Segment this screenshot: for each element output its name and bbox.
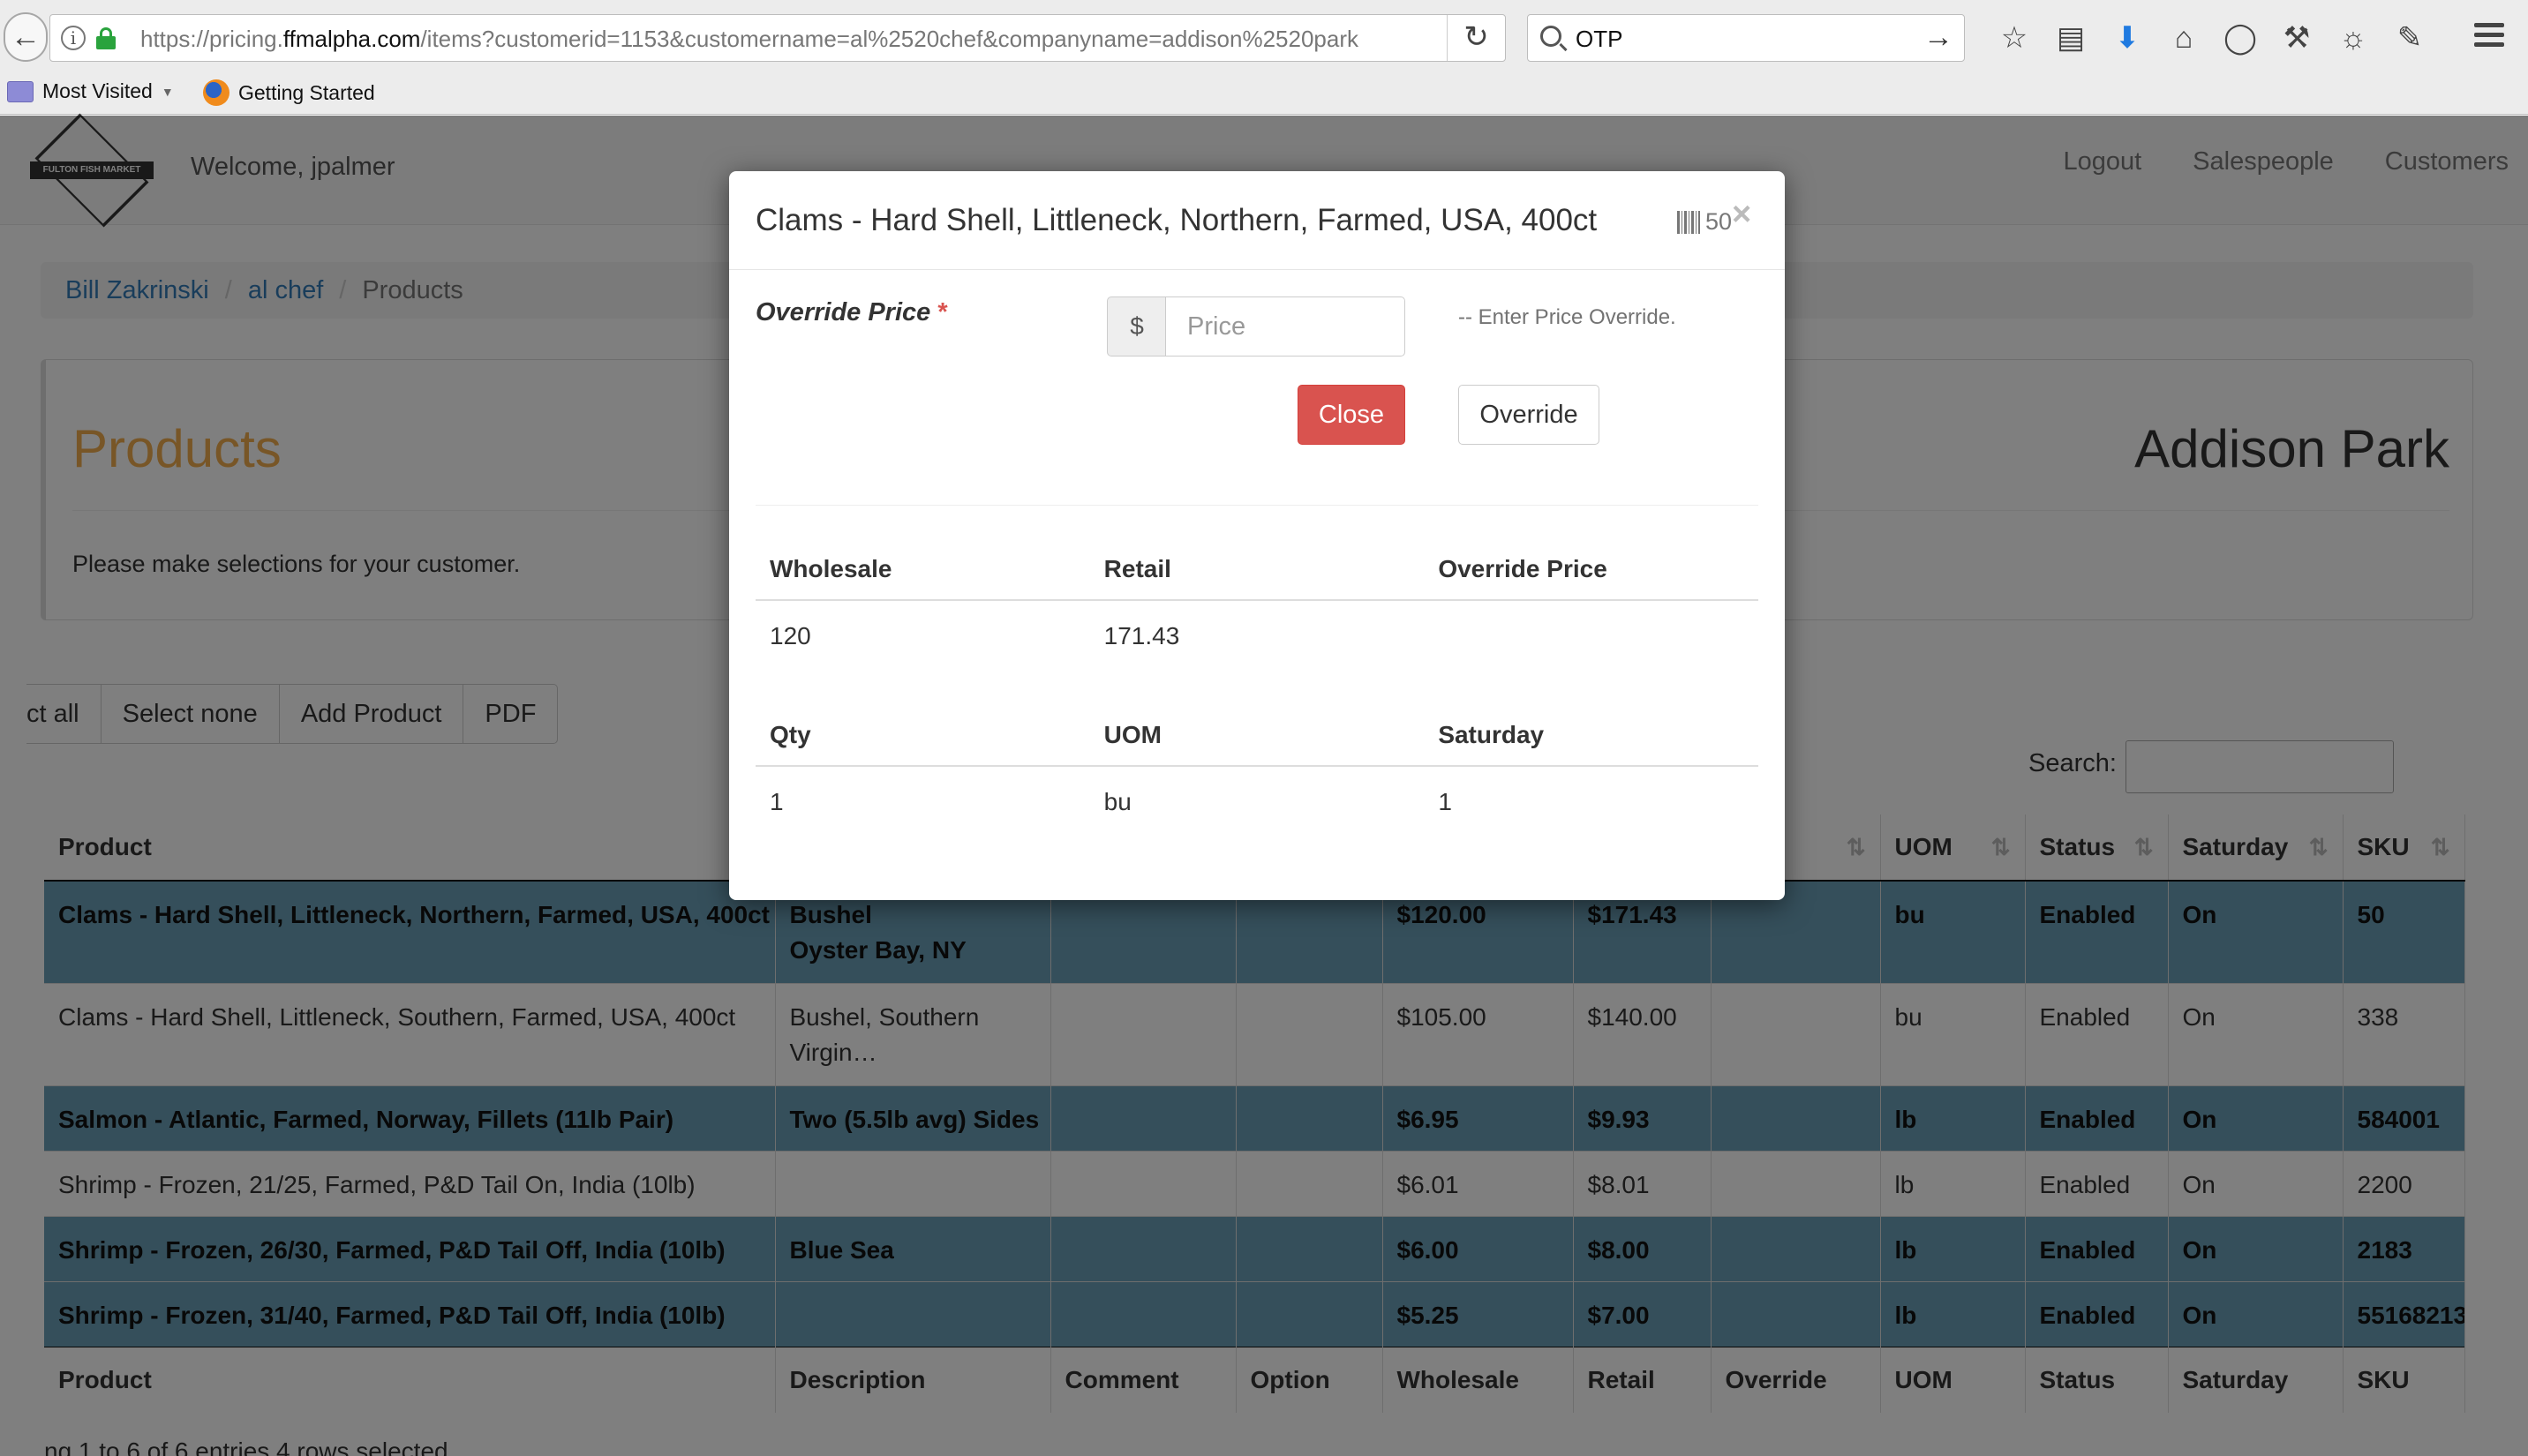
order-header-row: Qty UOM Saturday xyxy=(756,699,1758,767)
bookmark-label: Getting Started xyxy=(238,80,375,104)
lock-icon xyxy=(96,27,116,49)
url-host: ffmalpha.com xyxy=(282,26,421,52)
close-icon[interactable]: × xyxy=(1732,196,1751,234)
chevron-down-icon: ▼ xyxy=(161,84,174,99)
bookmark-label: Most Visited xyxy=(42,79,153,102)
pocket-icon[interactable]: ◯ xyxy=(2212,16,2268,60)
order-value-row: 1 bu 1 xyxy=(756,766,1758,837)
value-qty: 1 xyxy=(770,787,784,815)
hamburger-menu-icon[interactable] xyxy=(2463,18,2516,60)
summary-header-row: Wholesale Retail Override Price xyxy=(756,533,1758,601)
value-wholesale: 120 xyxy=(770,621,811,649)
value-retail: 171.43 xyxy=(1103,621,1180,649)
hammer-icon[interactable]: ⚒ xyxy=(2268,16,2325,60)
close-button[interactable]: Close xyxy=(1298,385,1405,445)
go-arrow-icon[interactable]: → xyxy=(1923,20,1953,55)
home-icon[interactable]: ⌂ xyxy=(2156,16,2212,60)
label-text: Override Price xyxy=(756,298,931,326)
modal-header: Clams - Hard Shell, Littleneck, Northern… xyxy=(729,171,1785,270)
summary-value-row: 120 171.43 xyxy=(756,600,1758,671)
order-summary-table: Qty UOM Saturday 1 bu 1 xyxy=(756,699,1758,837)
sku-value: 50 xyxy=(1705,208,1733,235)
bookmark-most-visited[interactable]: Most Visited ▼ xyxy=(7,79,174,103)
divider xyxy=(756,505,1758,506)
search-bar[interactable]: OTP → xyxy=(1527,14,1965,62)
extension-icon[interactable]: ☼ xyxy=(2325,16,2381,60)
browser-tools: ☆ ▤ ⬇ ⌂ ◯ ⚒ ☼ ✎ xyxy=(1986,16,2438,60)
help-text: -- Enter Price Override. xyxy=(1458,305,1676,329)
header-override-price: Override Price xyxy=(1424,533,1758,601)
firefox-icon xyxy=(203,79,229,106)
browser-chrome: ← i https://pricing.ffmalpha.com/items?c… xyxy=(0,0,2528,115)
browser-toolbar: ← i https://pricing.ffmalpha.com/items?c… xyxy=(0,0,2528,76)
header-wholesale: Wholesale xyxy=(756,533,1090,601)
bookmark-star-icon[interactable]: ☆ xyxy=(1986,16,2043,60)
required-mark: * xyxy=(937,298,948,326)
info-icon[interactable]: i xyxy=(61,26,86,50)
folder-icon xyxy=(7,80,34,102)
override-price-modal: Clams - Hard Shell, Littleneck, Northern… xyxy=(729,171,1785,900)
reading-list-icon[interactable]: ▤ xyxy=(2043,16,2099,60)
download-icon[interactable]: ⬇ xyxy=(2099,16,2156,60)
override-button[interactable]: Override xyxy=(1458,385,1599,445)
currency-addon: $ xyxy=(1107,296,1167,356)
price-input[interactable] xyxy=(1165,296,1405,356)
url-path: /items?customerid=1153&customername=al%2… xyxy=(420,26,1358,52)
address-bar[interactable]: i https://pricing.ffmalpha.com/items?cus… xyxy=(49,14,1506,62)
header-saturday: Saturday xyxy=(1424,699,1758,767)
modal-sku: 50 xyxy=(1677,208,1732,236)
value-uom: bu xyxy=(1103,787,1132,815)
value-saturday: 1 xyxy=(1438,787,1452,815)
url-prefix: https://pricing. xyxy=(140,26,283,52)
header-retail: Retail xyxy=(1089,533,1425,601)
url-text[interactable]: https://pricing.ffmalpha.com/items?custo… xyxy=(140,26,1358,53)
price-summary-table: Wholesale Retail Override Price 120 171.… xyxy=(756,533,1758,671)
search-query[interactable]: OTP xyxy=(1576,26,1622,53)
back-icon[interactable]: ← xyxy=(4,12,48,62)
modal-title: Clams - Hard Shell, Littleneck, Northern… xyxy=(756,203,1598,237)
barcode-icon xyxy=(1677,210,1700,234)
value-override-price xyxy=(1424,600,1758,671)
header-uom: UOM xyxy=(1089,699,1425,767)
search-icon xyxy=(1540,26,1561,47)
header-qty: Qty xyxy=(756,699,1090,767)
reload-icon[interactable]: ↻ xyxy=(1447,15,1505,61)
dropper-icon[interactable]: ✎ xyxy=(2381,16,2438,60)
bookmark-getting-started[interactable]: Getting Started xyxy=(203,79,375,106)
override-price-label: Override Price * xyxy=(756,298,948,327)
